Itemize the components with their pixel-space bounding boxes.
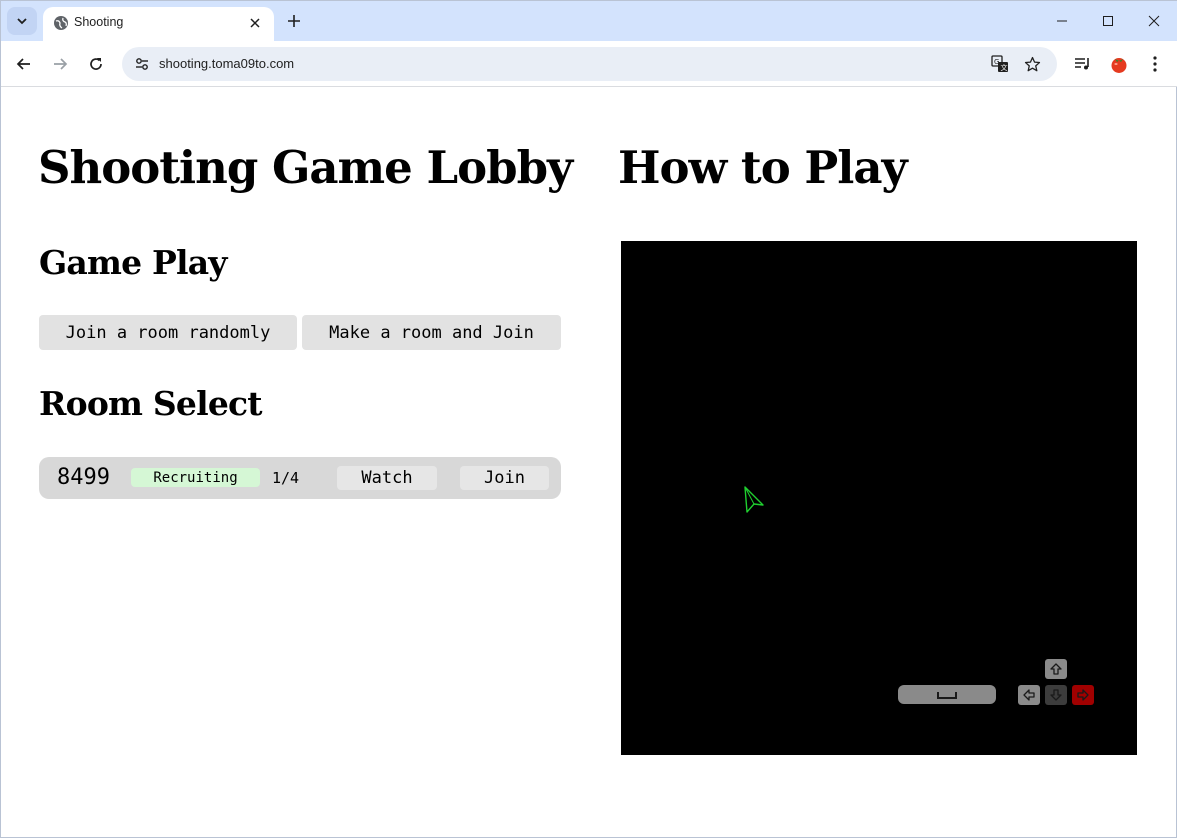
make-room-and-join-button[interactable]: Make a room and Join — [302, 315, 561, 350]
chevron-down-icon — [17, 18, 27, 25]
address-bar[interactable]: shooting.toma09to.com G 文 — [122, 47, 1057, 81]
room-status-badge: Recruiting — [131, 468, 260, 487]
arrow-right-key-icon — [1072, 685, 1094, 705]
close-window-button[interactable] — [1139, 7, 1169, 35]
how-to-play-demo-canvas — [621, 241, 1137, 755]
extension-button[interactable] — [1105, 50, 1133, 78]
star-icon — [1024, 56, 1040, 71]
globe-icon — [54, 16, 68, 30]
site-info-button[interactable] — [130, 52, 154, 76]
browser-tab-strip: Shooting — [1, 1, 1177, 41]
lobby-title: Shooting Game Lobby — [38, 141, 573, 194]
back-button[interactable] — [10, 50, 38, 78]
arrow-left-glyph-icon — [1023, 689, 1035, 701]
join-room-button[interactable]: Join — [460, 466, 549, 490]
space-bar-glyph-icon — [937, 691, 957, 699]
arrow-down-key-icon — [1045, 685, 1067, 705]
watch-room-button[interactable]: Watch — [337, 466, 437, 490]
bookmark-button[interactable] — [1020, 52, 1044, 76]
arrow-right-icon — [54, 58, 68, 70]
close-icon — [250, 18, 260, 28]
tab-title: Shooting — [74, 15, 124, 29]
how-to-play-title: How to Play — [618, 141, 908, 194]
arrow-up-glyph-icon — [1050, 663, 1062, 675]
url-text[interactable]: shooting.toma09to.com — [159, 56, 294, 71]
minimize-button[interactable] — [1047, 7, 1077, 35]
arrow-left-icon — [16, 58, 30, 70]
plus-icon — [288, 15, 300, 27]
space-key-icon — [898, 685, 996, 704]
browser-menu-button[interactable] — [1141, 50, 1169, 78]
tab-close-button[interactable] — [246, 14, 264, 32]
browser-toolbar: shooting.toma09to.com G 文 — [1, 41, 1177, 87]
room-id: 8499 — [57, 465, 110, 490]
reload-icon — [90, 58, 102, 70]
translate-icon: G 文 — [991, 55, 1008, 72]
tomato-icon — [1111, 58, 1127, 73]
room-select-heading: Room Select — [39, 384, 263, 423]
forward-button[interactable] — [46, 50, 74, 78]
ship-icon — [744, 486, 764, 513]
close-icon — [1148, 15, 1160, 27]
game-play-heading: Game Play — [39, 243, 227, 282]
translate-button[interactable]: G 文 — [988, 52, 1012, 76]
kebab-menu-icon — [1153, 56, 1157, 72]
svg-text:文: 文 — [1001, 63, 1008, 72]
room-player-count: 1/4 — [272, 469, 300, 487]
new-tab-button[interactable] — [282, 9, 306, 33]
maximize-icon — [1103, 16, 1113, 26]
join-random-room-button[interactable]: Join a room randomly — [39, 315, 297, 350]
browser-tab[interactable]: Shooting — [43, 7, 274, 41]
maximize-button[interactable] — [1093, 7, 1123, 35]
media-queue-icon — [1075, 58, 1089, 70]
arrow-left-key-icon — [1018, 685, 1040, 705]
arrow-right-glyph-icon — [1077, 689, 1089, 701]
room-list-item: 8499 Recruiting 1/4 Watch Join — [39, 457, 561, 499]
minimize-icon — [1057, 20, 1067, 22]
tab-search-button[interactable] — [7, 7, 37, 35]
media-controls-button[interactable] — [1069, 50, 1097, 78]
arrow-up-key-icon — [1045, 659, 1067, 679]
reload-button[interactable] — [82, 50, 110, 78]
svg-text:G: G — [994, 58, 999, 66]
tune-icon — [136, 58, 148, 70]
arrow-down-glyph-icon — [1050, 689, 1062, 701]
